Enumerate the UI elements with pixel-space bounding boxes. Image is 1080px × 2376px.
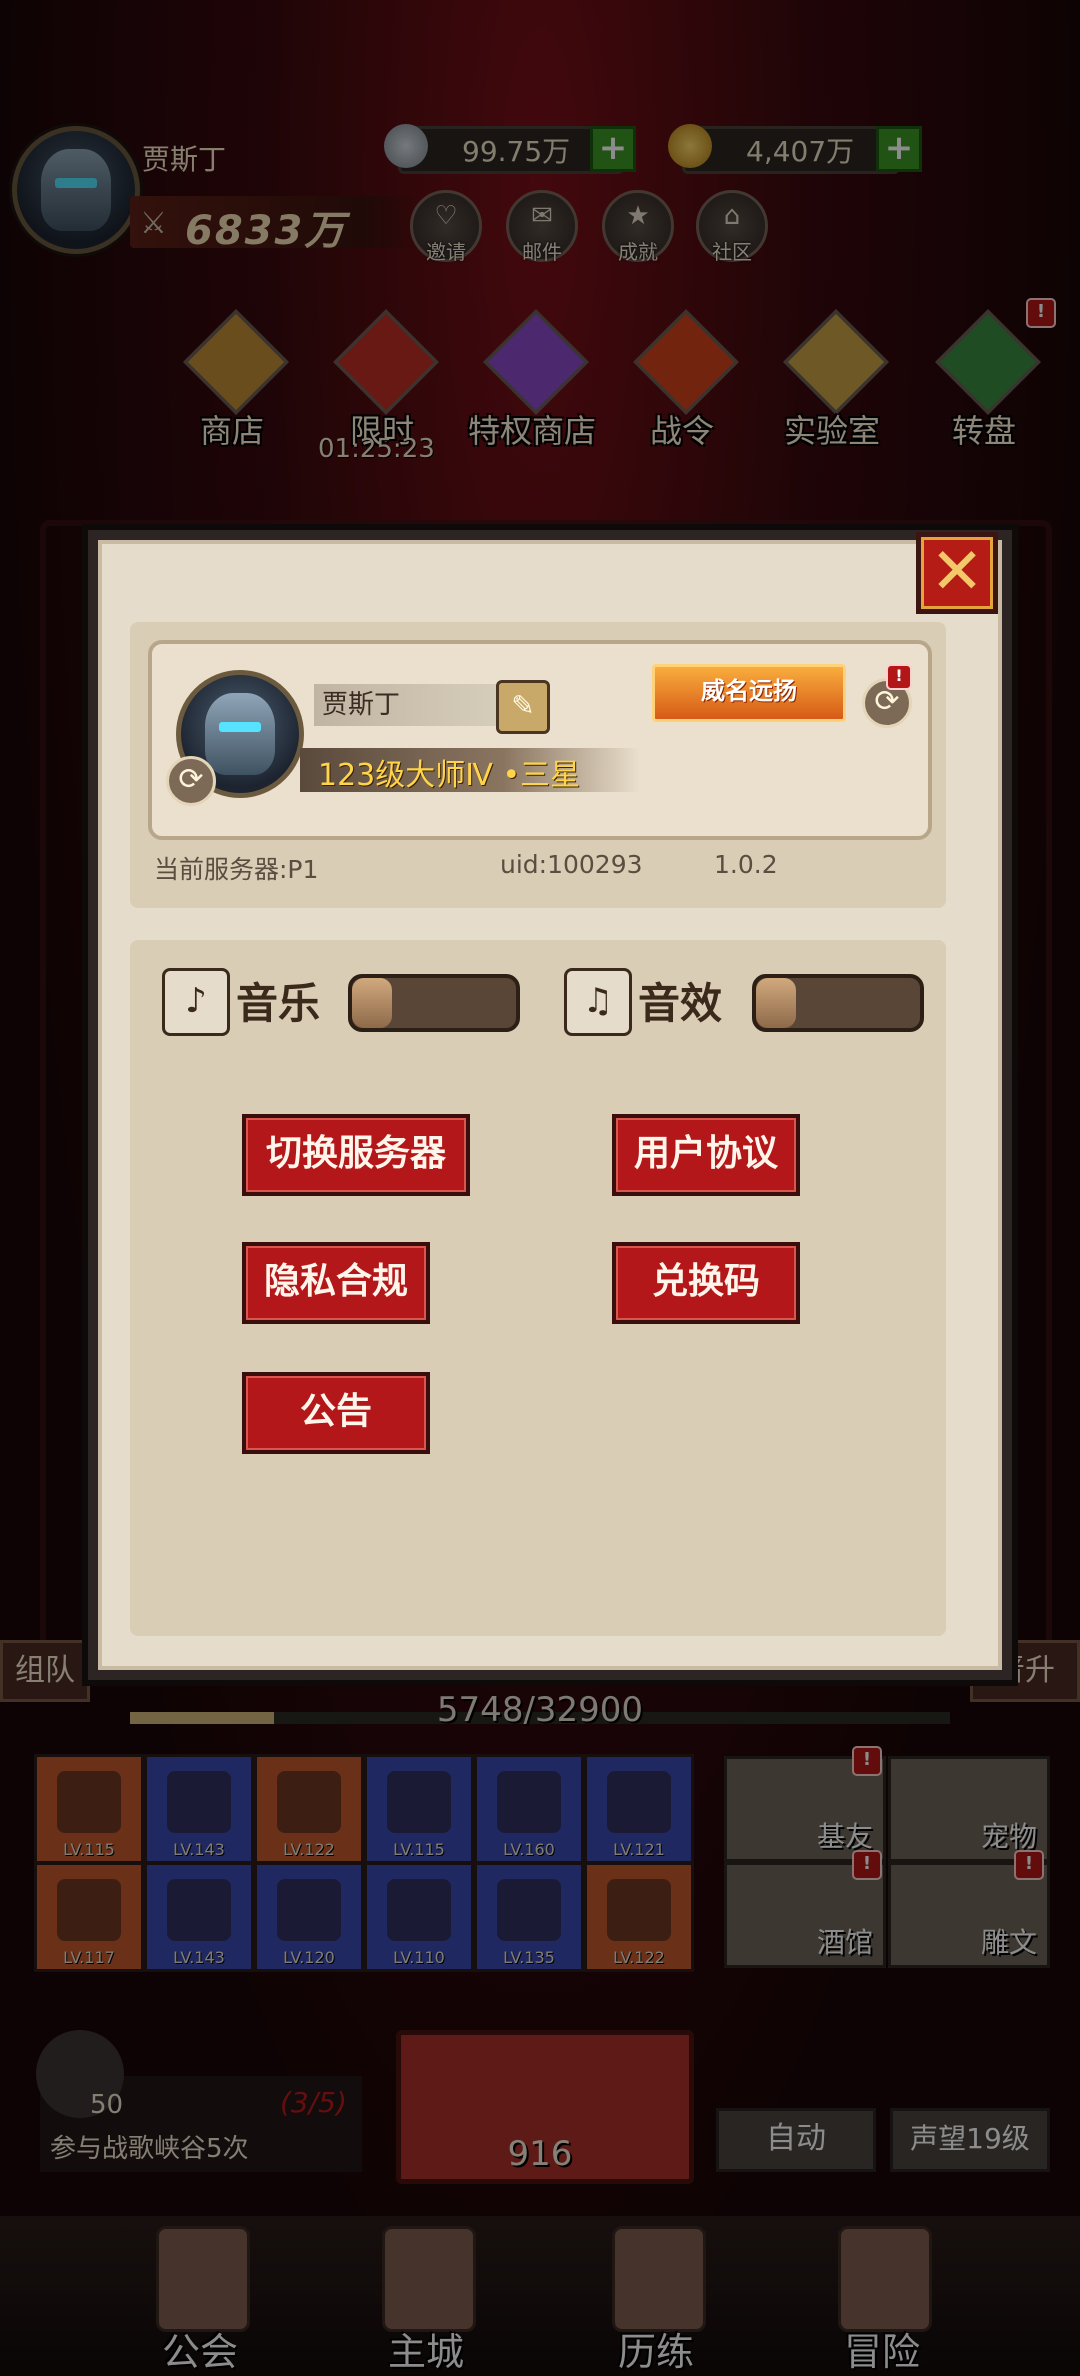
sfx-slider[interactable] xyxy=(752,974,924,1032)
notice-button[interactable]: 公告 xyxy=(242,1372,430,1454)
music-label: 音乐 xyxy=(236,979,321,1028)
music-icon: ♪ xyxy=(162,968,230,1036)
user-agreement-button[interactable]: 用户协议 xyxy=(612,1114,800,1196)
title-badge[interactable]: 威名远扬 xyxy=(652,664,846,722)
uid-text: uid:100293 xyxy=(500,850,643,879)
sfx-icon: ♫ xyxy=(564,968,632,1036)
edit-name-button[interactable]: ✎ xyxy=(496,680,550,734)
server-text: 当前服务器:P1 xyxy=(154,855,319,884)
redeem-code-button[interactable]: 兑换码 xyxy=(612,1242,800,1324)
sfx-label: 音效 xyxy=(638,979,723,1028)
privacy-button[interactable]: 隐私合规 xyxy=(242,1242,430,1324)
version-text: 1.0.2 xyxy=(714,850,778,879)
rank-text: 123级大师Ⅳ •三星 xyxy=(318,758,581,793)
sfx-slider-knob[interactable] xyxy=(756,978,796,1028)
title-alert-badge: ! xyxy=(886,664,912,690)
music-slider[interactable] xyxy=(348,974,520,1032)
knight-portrait xyxy=(204,692,276,776)
music-slider-knob[interactable] xyxy=(352,978,392,1028)
change-avatar-icon[interactable]: ⟳ xyxy=(166,756,216,806)
close-button[interactable]: ✕ xyxy=(916,532,998,614)
switch-server-button[interactable]: 切换服务器 xyxy=(242,1114,470,1196)
profile-name: 贾斯丁 xyxy=(314,684,504,726)
